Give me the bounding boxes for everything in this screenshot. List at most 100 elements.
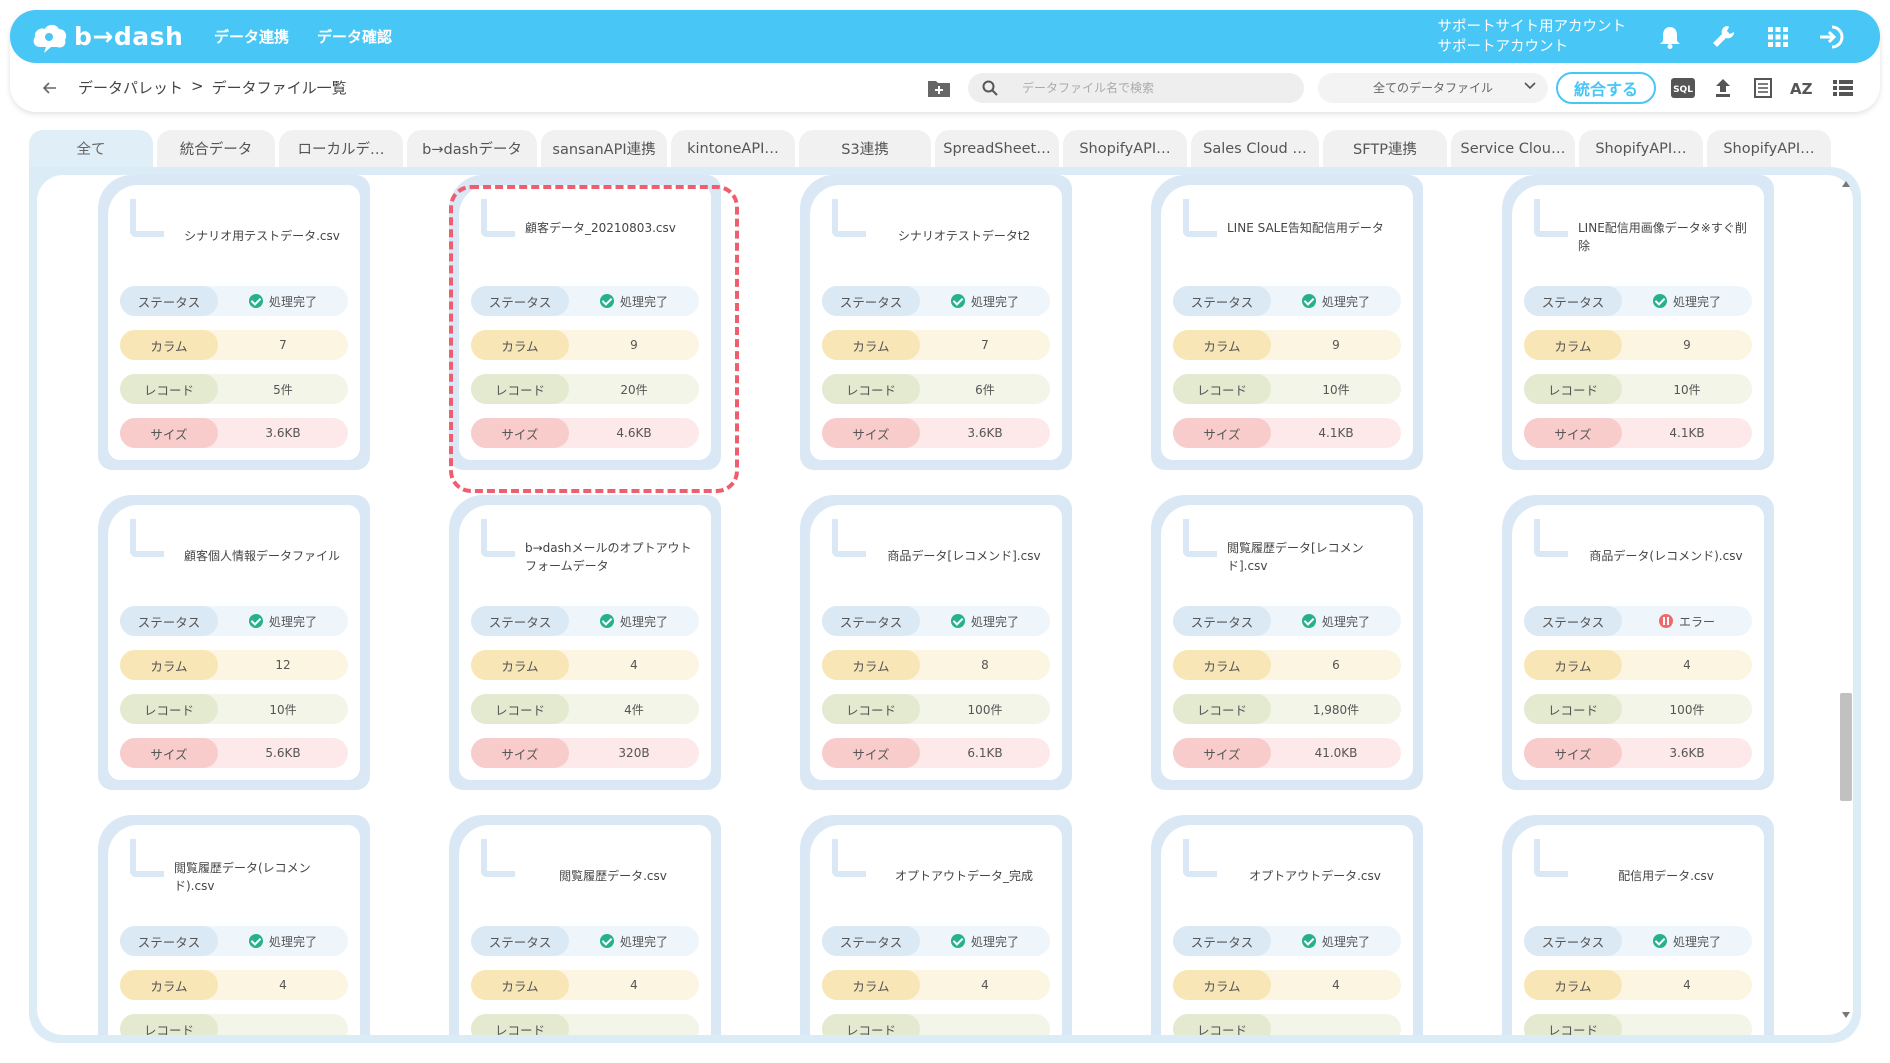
file-card[interactable]: 顧客データ_20210803.csv ステータス 処理完了 カラム 9 レコード 20件 サイ… — [449, 175, 721, 470]
bell-icon[interactable] — [1656, 23, 1684, 51]
document-list-icon[interactable] — [1750, 75, 1776, 101]
stat-label-column: カラム — [1173, 650, 1271, 680]
stat-row-record: レコード 100件 — [822, 694, 1050, 724]
scroll-up-arrow[interactable] — [1842, 181, 1850, 187]
tab-4[interactable]: sansanAPI連携 — [541, 130, 667, 167]
tab-0[interactable]: 全て — [29, 130, 153, 167]
search-box[interactable] — [967, 72, 1304, 103]
stat-value-size: 4.6KB — [616, 426, 652, 440]
sql-icon-label: SQL — [1673, 85, 1693, 95]
stat-row-size: サイズ 4.6KB — [471, 418, 699, 448]
stat-label-status: ステータス — [120, 926, 218, 956]
app-logo[interactable]: b→dash — [32, 21, 202, 53]
nav-data-integration[interactable]: データ連携 — [214, 26, 289, 47]
file-card[interactable]: 配信用データ.csvステータス処理完了カラム4レコードサイズ — [1502, 815, 1774, 1035]
stat-label-size: サイズ — [471, 418, 569, 448]
tab-9[interactable]: Sales Cloud … — [1191, 130, 1319, 167]
list-view-icon[interactable] — [1830, 75, 1856, 101]
stat-label-column: カラム — [822, 970, 920, 1000]
stat-row-status: ステータス 処理完了 — [822, 606, 1050, 636]
tab-5[interactable]: kintoneAPI… — [671, 130, 795, 167]
sql-icon[interactable]: SQL — [1670, 75, 1696, 101]
status-text: 処理完了 — [1672, 934, 1721, 949]
file-card[interactable]: b→dashメールのオプトアウトフォームデータ ステータス 処理完了 カラム 4 レコード… — [449, 495, 721, 790]
status-text: 処理完了 — [268, 934, 317, 949]
tab-3[interactable]: b→dashデータ — [407, 130, 537, 167]
file-card-body: 顧客データ_20210803.csv ステータス 処理完了 カラム 9 レコード 20件 サイ… — [459, 185, 711, 460]
stat-value-status: 処理完了 — [1622, 286, 1752, 316]
logout-icon[interactable] — [1818, 23, 1846, 51]
stat-value-column: 6 — [1332, 658, 1340, 672]
stat-value-record — [1622, 1014, 1752, 1035]
file-card-body: LINE配信用画像データ※すぐ削除 ステータス 処理完了 カラム 9 レコード 10件 サイズ… — [1512, 185, 1764, 460]
check-circle-icon — [1652, 934, 1667, 948]
file-card[interactable]: オプトアウトデータ.csvステータス処理完了カラム4レコードサイズ — [1151, 815, 1423, 1035]
upload-icon[interactable] — [1710, 75, 1736, 101]
stat-row-record: レコード — [471, 1014, 699, 1035]
tab-6[interactable]: S3連携 — [799, 130, 931, 167]
status-text: 処理完了 — [619, 934, 668, 949]
stat-label-status: ステータス — [120, 286, 218, 316]
scroll-down-arrow[interactable] — [1842, 1012, 1850, 1018]
wrench-icon[interactable] — [1710, 23, 1738, 51]
sort-az-icon[interactable]: AZ — [1790, 75, 1816, 101]
account-info[interactable]: サポートサイト用アカウント サポートアカウント — [1438, 17, 1627, 57]
stat-label-record: レコード — [822, 374, 920, 404]
file-card-title: 閲覧履歴データ(レコメンド).csv — [174, 861, 311, 893]
breadcrumb-data-palette[interactable]: データパレット — [78, 77, 183, 98]
stat-label-column: カラム — [120, 330, 218, 360]
file-card[interactable]: 商品データ(レコメンド).csv ステータス エラー カラム 4 レコード 100件 サイズ 3… — [1502, 495, 1774, 790]
back-arrow-icon[interactable] — [40, 78, 60, 98]
tab-2[interactable]: ローカルデ… — [279, 130, 403, 167]
tab-11[interactable]: Service Clou… — [1451, 130, 1575, 167]
tab-12[interactable]: ShopifyAPI… — [1579, 130, 1703, 167]
file-card[interactable]: オプトアウトデータ_完成ステータス処理完了カラム4レコードサイズ — [800, 815, 1072, 1035]
stat-label-size: サイズ — [822, 418, 920, 448]
stat-value-record: 4件 — [624, 702, 644, 717]
file-card[interactable]: LINE SALE告知配信用データ ステータス 処理完了 カラム 9 レコード 10件 サイズ… — [1151, 175, 1423, 470]
file-card[interactable]: 閲覧履歴データ[レコメンド].csv ステータス 処理完了 カラム 6 レコード 1,980… — [1151, 495, 1423, 790]
nav-data-check[interactable]: データ確認 — [317, 26, 392, 47]
file-card[interactable]: 商品データ[レコメンド].csv ステータス 処理完了 カラム 8 レコード 100件 サイズ… — [800, 495, 1072, 790]
file-card[interactable]: 閲覧履歴データ(レコメンド).csvステータス処理完了カラム4レコードサイズ — [98, 815, 370, 1035]
file-card[interactable]: 閲覧履歴データ.csvステータス処理完了カラム4レコードサイズ — [449, 815, 721, 1035]
stat-label-status: ステータス — [822, 606, 920, 636]
stat-label-column: カラム — [822, 330, 920, 360]
file-card[interactable]: LINE配信用画像データ※すぐ削除 ステータス 処理完了 カラム 9 レコード 10件 サイズ… — [1502, 175, 1774, 470]
grid-icon[interactable] — [1764, 23, 1792, 51]
stat-label-status: ステータス — [1173, 286, 1271, 316]
merge-button[interactable]: 統合する — [1555, 71, 1656, 104]
file-card-body: 閲覧履歴データ[レコメンド].csv ステータス 処理完了 カラム 6 レコード 1,980… — [1161, 505, 1413, 780]
error-pause-icon — [1658, 614, 1673, 628]
stat-value-status: 処理完了 — [920, 606, 1050, 636]
file-card[interactable]: シナリオテストデータt2 ステータス 処理完了 カラム 7 レコード 6件 サイズ 3.6KB — [800, 175, 1072, 470]
tab-13[interactable]: ShopifyAPI… — [1707, 130, 1831, 167]
stat-value-column: 4 — [630, 658, 638, 672]
folder-add-icon[interactable] — [926, 76, 952, 100]
stat-label-status: ステータス — [822, 286, 920, 316]
file-card[interactable]: 顧客個人情報データファイル ステータス 処理完了 カラム 12 レコード 10件 サイズ 5.6… — [98, 495, 370, 790]
search-input[interactable] — [1021, 80, 1282, 95]
stat-row-column: カラム 7 — [120, 330, 348, 360]
file-card[interactable]: シナリオ用テストデータ.csv ステータス 処理完了 カラム 7 レコード 5件 サイズ 3.6… — [98, 175, 370, 470]
vertical-scrollbar[interactable] — [1839, 175, 1853, 1020]
check-circle-icon — [950, 294, 965, 308]
scroll-thumb[interactable] — [1840, 693, 1852, 801]
check-circle-icon — [950, 934, 965, 948]
file-card-body: オプトアウトデータ.csvステータス処理完了カラム4レコードサイズ — [1161, 825, 1413, 1035]
check-circle-icon — [248, 934, 263, 948]
file-type-select[interactable]: 全てのデータファイル — [1317, 72, 1548, 103]
stat-row-status: ステータス 処理完了 — [120, 606, 348, 636]
stat-row-status: ステータス 処理完了 — [471, 606, 699, 636]
stat-value-status: 処理完了 — [1271, 286, 1401, 316]
file-corner-icon — [1183, 839, 1217, 877]
tab-1[interactable]: 統合データ — [157, 130, 275, 167]
tab-10[interactable]: SFTP連携 — [1323, 130, 1447, 167]
file-card-body: 閲覧履歴データ.csvステータス処理完了カラム4レコードサイズ — [459, 825, 711, 1035]
stat-row-status: ステータス 処理完了 — [1524, 926, 1752, 956]
tab-7[interactable]: SpreadSheet… — [935, 130, 1059, 167]
stat-row-status: ステータス 処理完了 — [1524, 286, 1752, 316]
stat-label-record: レコード — [822, 1014, 920, 1035]
tab-8[interactable]: ShopifyAPI… — [1063, 130, 1187, 167]
stat-value-status: 処理完了 — [1271, 926, 1401, 956]
